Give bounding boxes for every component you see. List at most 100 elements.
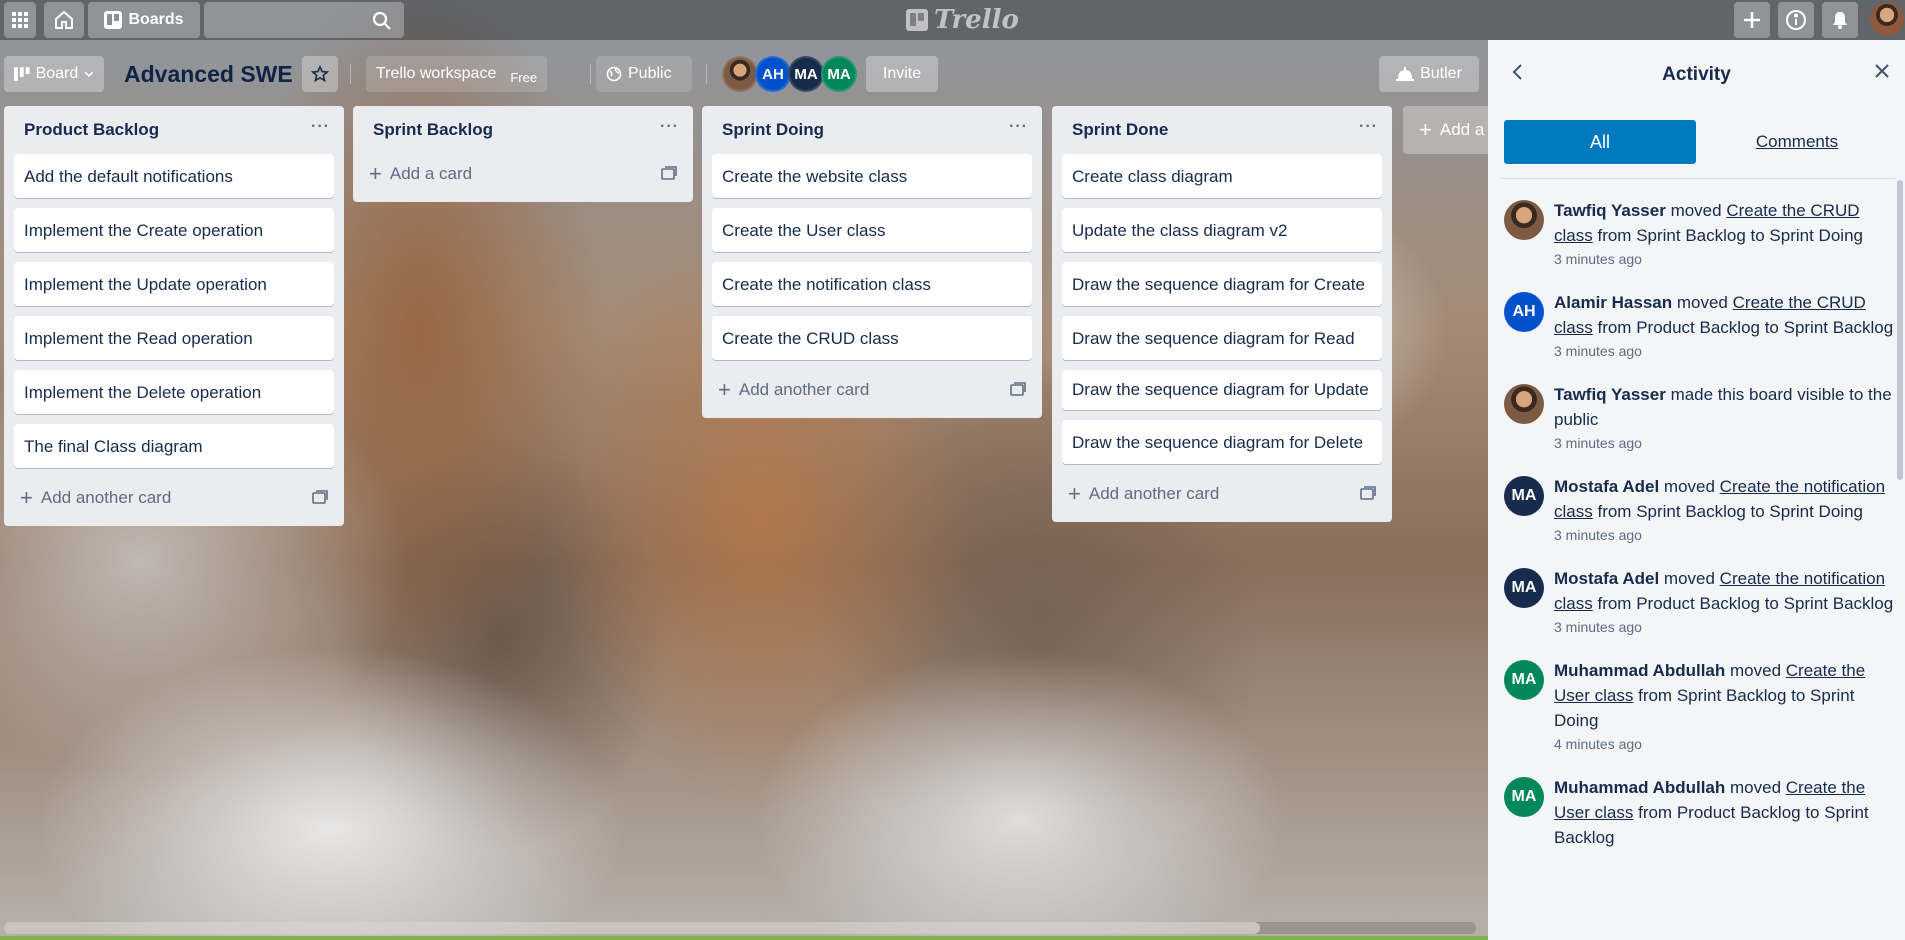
tab-comments[interactable]: Comments: [1706, 120, 1888, 164]
activity-avatar[interactable]: [1504, 384, 1544, 424]
card[interactable]: Draw the sequence diagram for Create: [1062, 262, 1382, 306]
grid-icon: [12, 12, 28, 28]
add-card-button[interactable]: + Add another card: [14, 478, 334, 518]
add-list-label: Add a: [1439, 120, 1485, 139]
list-title[interactable]: Sprint Backlog: [373, 120, 493, 140]
tab-all[interactable]: All: [1504, 120, 1696, 164]
panel-scrollbar[interactable]: [1897, 180, 1903, 480]
trello-logo[interactable]: Trello: [906, 4, 1019, 36]
activity-text: Tawfiq Yasser made this board visible to…: [1554, 382, 1896, 432]
member-avatar[interactable]: MA: [821, 56, 857, 92]
member-avatar[interactable]: MA: [788, 56, 824, 92]
app-switcher-button[interactable]: [4, 2, 36, 38]
activity-time[interactable]: 3 minutes ago: [1554, 434, 1896, 452]
notifications-button[interactable]: [1822, 2, 1858, 38]
top-header: Boards Trello: [0, 0, 1905, 40]
card[interactable]: Create the User class: [712, 208, 1032, 252]
visibility-button[interactable]: Public: [596, 56, 692, 92]
card[interactable]: Draw the sequence diagram for Read: [1062, 316, 1382, 360]
card[interactable]: Create the CRUD class: [712, 316, 1032, 360]
plus-icon: [1744, 12, 1760, 28]
activity-user[interactable]: Mostafa Adel: [1554, 569, 1659, 588]
card[interactable]: Add the default notifications: [14, 154, 334, 198]
add-card-button[interactable]: + Add a card: [363, 154, 683, 194]
activity-item: AH Alamir Hassan moved Create the CRUD c…: [1504, 290, 1896, 360]
card[interactable]: Draw the sequence diagram for Delete: [1062, 420, 1382, 464]
list-title[interactable]: Sprint Done: [1072, 120, 1168, 140]
list-menu-icon[interactable]: ···: [1009, 118, 1028, 136]
member-avatar[interactable]: [722, 56, 758, 92]
card[interactable]: Implement the Create operation: [14, 208, 334, 252]
activity-item: Tawfiq Yasser made this board visible to…: [1504, 382, 1896, 452]
activity-time[interactable]: 3 minutes ago: [1554, 526, 1896, 544]
activity-user[interactable]: Mostafa Adel: [1554, 477, 1659, 496]
card[interactable]: The final Class diagram: [14, 424, 334, 468]
card[interactable]: Create the website class: [712, 154, 1032, 198]
butler-button[interactable]: Butler: [1379, 56, 1479, 92]
card[interactable]: Create the notification class: [712, 262, 1032, 306]
activity-avatar[interactable]: [1504, 200, 1544, 240]
board-horizontal-scrollbar[interactable]: [4, 922, 1476, 934]
activity-detail: from Product Backlog to Sprint Backlog: [1597, 594, 1894, 613]
card-template-icon[interactable]: [661, 166, 677, 180]
list-header: Sprint Backlog ···: [353, 106, 693, 154]
list-menu-icon[interactable]: ···: [1359, 118, 1378, 136]
invite-button[interactable]: Invite: [866, 56, 938, 92]
information-button[interactable]: [1778, 2, 1814, 38]
list-sprint-doing: Sprint Doing ··· Create the website clas…: [702, 106, 1042, 418]
activity-time[interactable]: 4 minutes ago: [1554, 735, 1896, 753]
card[interactable]: Draw the sequence diagram for Update: [1062, 370, 1382, 410]
card[interactable]: Implement the Read operation: [14, 316, 334, 360]
member-avatar[interactable]: AH: [755, 56, 791, 92]
search-input[interactable]: [204, 2, 404, 38]
plus-icon: +: [369, 161, 382, 186]
activity-user[interactable]: Tawfiq Yasser: [1554, 385, 1666, 404]
header-divider: [706, 64, 707, 84]
home-button[interactable]: [44, 2, 84, 38]
add-card-label: Add another card: [738, 380, 870, 399]
card[interactable]: Update the class diagram v2: [1062, 208, 1382, 252]
scrollbar-thumb[interactable]: [4, 922, 1260, 934]
activity-text: Muhammad Abdullah moved Create the User …: [1554, 658, 1896, 733]
card-template-icon[interactable]: [1010, 382, 1026, 396]
add-card-button[interactable]: + Add another card: [712, 370, 1032, 410]
list-title[interactable]: Product Backlog: [24, 120, 159, 140]
bell-icon: [1833, 12, 1847, 29]
activity-avatar[interactable]: MA: [1504, 777, 1544, 817]
card[interactable]: Implement the Update operation: [14, 262, 334, 306]
user-avatar[interactable]: [1870, 2, 1904, 36]
add-card-button[interactable]: + Add another card: [1062, 474, 1382, 514]
header-divider: [590, 64, 591, 84]
activity-user[interactable]: Alamir Hassan: [1554, 293, 1672, 312]
card-template-icon[interactable]: [1360, 486, 1376, 500]
close-icon[interactable]: [1873, 62, 1891, 80]
boards-button[interactable]: Boards: [88, 2, 200, 38]
activity-avatar[interactable]: MA: [1504, 660, 1544, 700]
activity-avatar[interactable]: MA: [1504, 476, 1544, 516]
activity-user[interactable]: Muhammad Abdullah: [1554, 778, 1725, 797]
board-view-switcher[interactable]: Board: [4, 56, 104, 92]
plus-icon: +: [1419, 117, 1432, 142]
activity-user[interactable]: Muhammad Abdullah: [1554, 661, 1725, 680]
activity-user[interactable]: Tawfiq Yasser: [1554, 201, 1666, 220]
workspace-button[interactable]: Trello workspace Free: [366, 56, 548, 92]
activity-time[interactable]: 3 minutes ago: [1554, 342, 1896, 360]
activity-time[interactable]: 3 minutes ago: [1554, 618, 1896, 636]
card-template-icon[interactable]: [312, 490, 328, 504]
list-header: Sprint Done ···: [1052, 106, 1392, 154]
star-board-button[interactable]: [302, 56, 338, 92]
butler-label: Butler: [1420, 65, 1462, 82]
activity-time[interactable]: 3 minutes ago: [1554, 250, 1896, 268]
list-title[interactable]: Sprint Doing: [722, 120, 824, 140]
list-menu-icon[interactable]: ···: [660, 118, 679, 136]
card[interactable]: Implement the Delete operation: [14, 370, 334, 414]
card[interactable]: Create class diagram: [1062, 154, 1382, 198]
activity-text: Mostafa Adel moved Create the notificati…: [1554, 566, 1896, 616]
board-title[interactable]: Advanced SWE: [124, 58, 293, 90]
list-menu-icon[interactable]: ···: [311, 118, 330, 136]
activity-avatar[interactable]: AH: [1504, 292, 1544, 332]
star-icon: [311, 65, 329, 83]
activity-avatar[interactable]: MA: [1504, 568, 1544, 608]
create-button[interactable]: [1734, 2, 1770, 38]
panel-divider: [1500, 178, 1895, 179]
